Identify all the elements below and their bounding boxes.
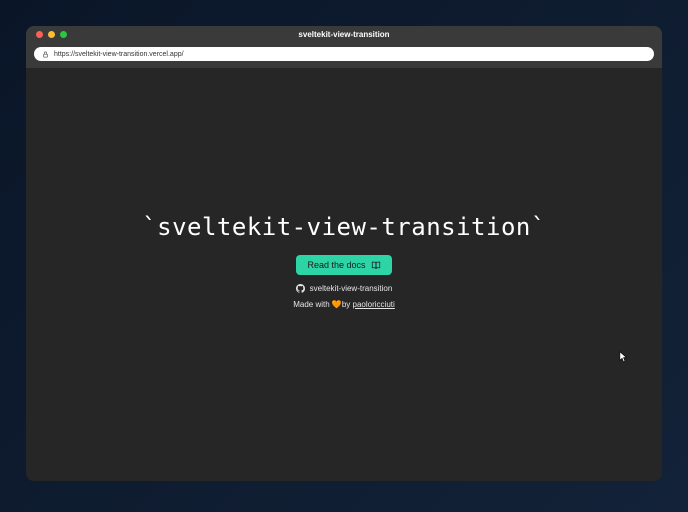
book-icon <box>371 261 381 270</box>
author-link[interactable]: paoloricciuti <box>353 300 395 309</box>
read-docs-button[interactable]: Read the docs <box>296 255 391 275</box>
github-repo-name: sveltekit-view-transition <box>310 284 393 293</box>
address-bar-container: https://sveltekit-view-transition.vercel… <box>26 42 662 68</box>
close-window-button[interactable] <box>36 31 43 38</box>
browser-window: sveltekit-view-transition https://svelte… <box>26 26 662 481</box>
docs-button-label: Read the docs <box>307 260 365 270</box>
made-with-prefix: Made with 🧡by <box>293 300 352 309</box>
traffic-lights <box>36 31 67 38</box>
page-content: `sveltekit-view-transition` Read the doc… <box>26 68 662 481</box>
cursor-icon <box>619 351 628 364</box>
title-bar: sveltekit-view-transition <box>26 26 662 42</box>
minimize-window-button[interactable] <box>48 31 55 38</box>
lock-icon <box>42 51 49 58</box>
address-bar[interactable]: https://sveltekit-view-transition.vercel… <box>34 47 654 61</box>
url-text: https://sveltekit-view-transition.vercel… <box>54 51 184 58</box>
github-repo-link[interactable]: sveltekit-view-transition <box>296 284 393 293</box>
made-with-credit: Made with 🧡by paoloricciuti <box>293 300 395 309</box>
maximize-window-button[interactable] <box>60 31 67 38</box>
github-icon <box>296 284 305 293</box>
hero-title: `sveltekit-view-transition` <box>142 213 546 241</box>
window-title: sveltekit-view-transition <box>298 30 389 39</box>
